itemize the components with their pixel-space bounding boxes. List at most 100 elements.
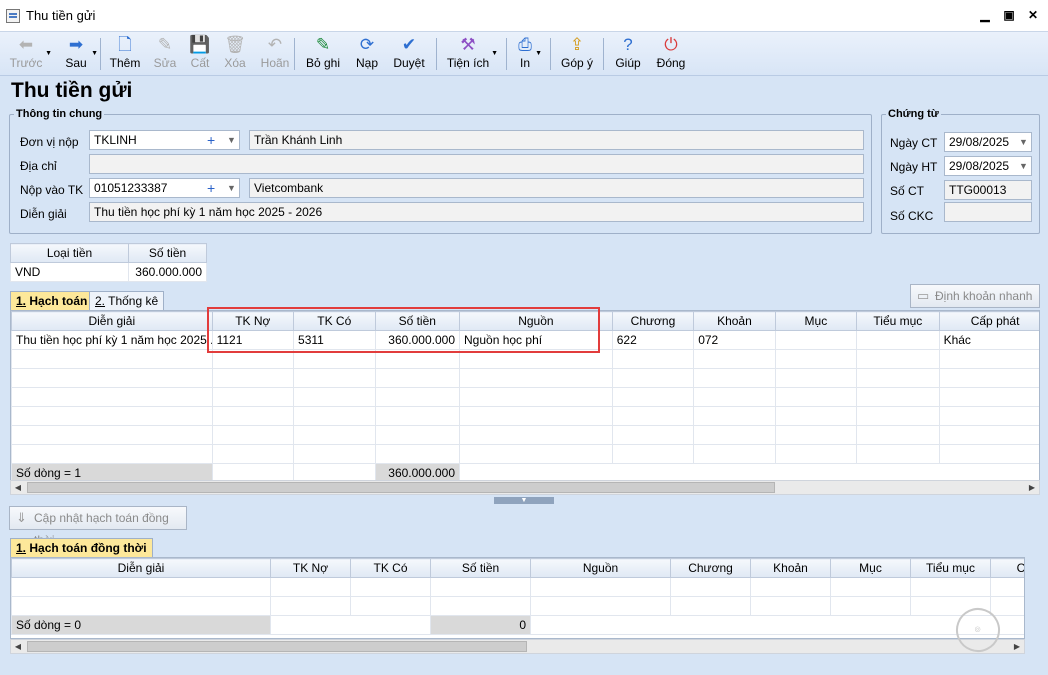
dropdown-arrow-icon[interactable]: ▼ bbox=[45, 50, 52, 57]
ngay-ct-date[interactable]: 29/08/2025 ▼ bbox=[944, 132, 1032, 152]
sync-row-count: Số dòng = 0 bbox=[11, 615, 271, 635]
window-titlebar: Thu tiền gửi ▁ ▣ ✕ bbox=[0, 0, 1048, 32]
scroll-right-icon[interactable]: ▶ bbox=[1025, 481, 1039, 494]
toolbar: ⬅ Trước ▼ ➡ Sau ▼ 🗋 Thêm ✎ Sửa 💾 Cất 🗑 Xóa ↶ Hoãn ✎ Bỏ gh… bbox=[0, 32, 1048, 76]
sync-update-button[interactable]: ⇓ Cập nhật hạch toán đồng thời bbox=[9, 506, 187, 547]
toolbar-check-button[interactable]: ✔ Duyệt bbox=[392, 34, 426, 74]
sync-scrollbar[interactable]: ◀ ▶ bbox=[10, 639, 1025, 654]
column-header[interactable]: Khoản bbox=[693, 311, 776, 331]
so-ckc-field[interactable] bbox=[944, 202, 1032, 222]
toolbar-label: Giúp bbox=[615, 56, 641, 70]
column-header[interactable]: TK Có bbox=[350, 558, 431, 578]
sync-grid[interactable]: Diễn giải TK Nợ TK Có Số tiền Nguồn Chương Kho… bbox=[10, 557, 1025, 639]
add-icon[interactable]: + bbox=[207, 179, 219, 197]
dropdown-arrow-icon[interactable]: ▼ bbox=[91, 50, 98, 57]
column-header[interactable]: Số tiền bbox=[430, 558, 531, 578]
chevron-down-icon[interactable]: ▼ bbox=[227, 179, 236, 197]
bank-name-field[interactable]: Vietcombank bbox=[249, 178, 864, 198]
description-field[interactable]: Thu tiền học phí kỳ 1 năm học 2025 - 202… bbox=[89, 202, 864, 222]
undo-icon: ↶ bbox=[267, 35, 283, 54]
toolbar-feedback-button[interactable]: ⇪ Góp ý bbox=[560, 34, 594, 74]
column-header[interactable]: Tiểu mục bbox=[856, 311, 940, 331]
column-header[interactable]: Diễn giải bbox=[11, 558, 271, 578]
quick-entry-icon: ▭ bbox=[917, 288, 930, 303]
ngay-ct-value: 29/08/2025 bbox=[949, 135, 1010, 149]
chevron-down-icon[interactable]: ▼ bbox=[227, 131, 236, 149]
sync-table: Diễn giải TK Nợ TK Có Số tiền Nguồn Chương Kho… bbox=[11, 558, 1024, 635]
scroll-left-icon[interactable]: ◀ bbox=[11, 481, 25, 494]
toolbar-label: Cất bbox=[190, 56, 210, 70]
tab-hach-toan-dong-thoi[interactable]: 1. Hạch toán đồng thời bbox=[10, 538, 153, 558]
toolbar-new-document-button[interactable]: 🗋 Thêm bbox=[108, 34, 142, 74]
scroll-left-icon[interactable]: ◀ bbox=[11, 640, 25, 653]
maximize-icon[interactable]: ▣ bbox=[1002, 8, 1016, 22]
column-header[interactable]: Tiểu mục bbox=[910, 558, 991, 578]
row-dien-giai[interactable]: Thu tiền học phí kỳ 1 năm học 2025... bbox=[11, 330, 213, 350]
column-header[interactable]: Chương bbox=[611, 311, 695, 331]
scroll-right-icon[interactable]: ▶ bbox=[1010, 640, 1024, 653]
toolbar-refresh-button[interactable]: ⟳ Nạp bbox=[354, 34, 380, 74]
toolbar-printer-button[interactable]: ⎙ In ▼ bbox=[516, 34, 542, 74]
payer-name-field[interactable]: Trần Khánh Linh bbox=[249, 130, 864, 150]
column-header[interactable]: Diễn giải bbox=[11, 311, 213, 331]
dropdown-arrow-icon[interactable]: ▼ bbox=[491, 50, 498, 57]
row-chuong[interactable]: 622 bbox=[611, 330, 695, 350]
column-header[interactable]: Nguồn bbox=[530, 558, 671, 578]
toolbar-label: Sau bbox=[65, 56, 87, 70]
column-header[interactable]: C bbox=[990, 558, 1024, 578]
row-tieu-muc[interactable] bbox=[856, 330, 940, 350]
column-header[interactable]: Chương bbox=[670, 558, 751, 578]
address-field[interactable] bbox=[89, 154, 864, 174]
toolbar-save-button[interactable]: 💾 Cất bbox=[188, 34, 212, 74]
scroll-thumb[interactable] bbox=[27, 482, 775, 493]
unpost-icon: ✎ bbox=[315, 35, 331, 54]
quick-entry-button[interactable]: ▭ Định khoản nhanh bbox=[910, 284, 1040, 308]
toolbar-label: Tiện ích bbox=[446, 56, 490, 70]
toolbar-label: Hoãn bbox=[260, 56, 290, 70]
toolbar-label: Bỏ ghi bbox=[305, 56, 341, 70]
toolbar-tools-button[interactable]: ⚒ Tiện ích ▼ bbox=[446, 34, 498, 74]
column-header[interactable]: Khoản bbox=[750, 558, 831, 578]
toolbar-arrow-left-button[interactable]: ⬅ Trước ▼ bbox=[8, 34, 52, 74]
tab-hach-toan-number: 1. bbox=[16, 294, 27, 308]
so-ct-field[interactable]: TTG00013 bbox=[944, 180, 1032, 200]
calendar-dropdown-icon[interactable]: ▼ bbox=[1019, 133, 1028, 151]
column-header[interactable]: Mục bbox=[774, 311, 858, 331]
row-khoan[interactable]: 072 bbox=[693, 330, 776, 350]
payer-code-value: TKLINH bbox=[94, 133, 137, 147]
column-header[interactable]: Mục bbox=[830, 558, 911, 578]
tab-thong-ke[interactable]: 2. Thống kê bbox=[89, 291, 165, 311]
minimize-icon[interactable]: ▁ bbox=[978, 8, 992, 22]
splitter-handle[interactable]: ▼ bbox=[494, 497, 554, 504]
tab-hach-toan[interactable]: 1. Hạch toán bbox=[10, 291, 94, 312]
toolbar-unpost-button[interactable]: ✎ Bỏ ghi bbox=[304, 34, 342, 74]
calendar-dropdown-icon[interactable]: ▼ bbox=[1019, 157, 1028, 175]
column-header[interactable]: TK Nợ bbox=[270, 558, 351, 578]
currency-type-cell[interactable]: VND bbox=[10, 262, 129, 282]
close-power-icon: ⏻ bbox=[664, 35, 678, 54]
toolbar-undo-button[interactable]: ↶ Hoãn bbox=[258, 34, 292, 74]
toolbar-delete-button[interactable]: 🗑 Xóa bbox=[222, 34, 248, 74]
toolbar-arrow-right-button[interactable]: ➡ Sau ▼ bbox=[62, 34, 98, 74]
accounting-scrollbar[interactable]: ◀ ▶ bbox=[10, 480, 1040, 495]
toolbar-separator bbox=[100, 38, 101, 70]
row-muc[interactable] bbox=[774, 330, 858, 350]
close-icon[interactable]: ✕ bbox=[1026, 8, 1040, 22]
payer-code-combo[interactable]: TKLINH + ▼ bbox=[89, 130, 240, 150]
tab-sync-number: 1. bbox=[16, 541, 27, 555]
scroll-thumb[interactable] bbox=[27, 641, 527, 652]
toolbar-close-power-button[interactable]: ⏻ Đóng bbox=[654, 34, 688, 74]
toolbar-edit-button[interactable]: ✎ Sửa bbox=[152, 34, 178, 74]
add-icon[interactable]: + bbox=[207, 131, 219, 149]
row-cap-phat[interactable]: Khác bbox=[938, 330, 1039, 350]
tab-hach-toan-label: Hạch toán bbox=[26, 294, 88, 308]
ngay-ht-label: Ngày HT bbox=[890, 160, 938, 174]
ngay-ht-date[interactable]: 29/08/2025 ▼ bbox=[944, 156, 1032, 176]
check-icon: ✔ bbox=[401, 35, 417, 54]
column-header[interactable]: Cấp phát bbox=[938, 311, 1039, 331]
toolbar-label: Duyệt bbox=[393, 56, 425, 70]
toolbar-help-button[interactable]: ? Giúp bbox=[614, 34, 642, 74]
currency-amount-cell[interactable]: 360.000.000 bbox=[128, 262, 207, 282]
account-combo[interactable]: 01051233387 + ▼ bbox=[89, 178, 240, 198]
dropdown-arrow-icon[interactable]: ▼ bbox=[535, 50, 542, 57]
